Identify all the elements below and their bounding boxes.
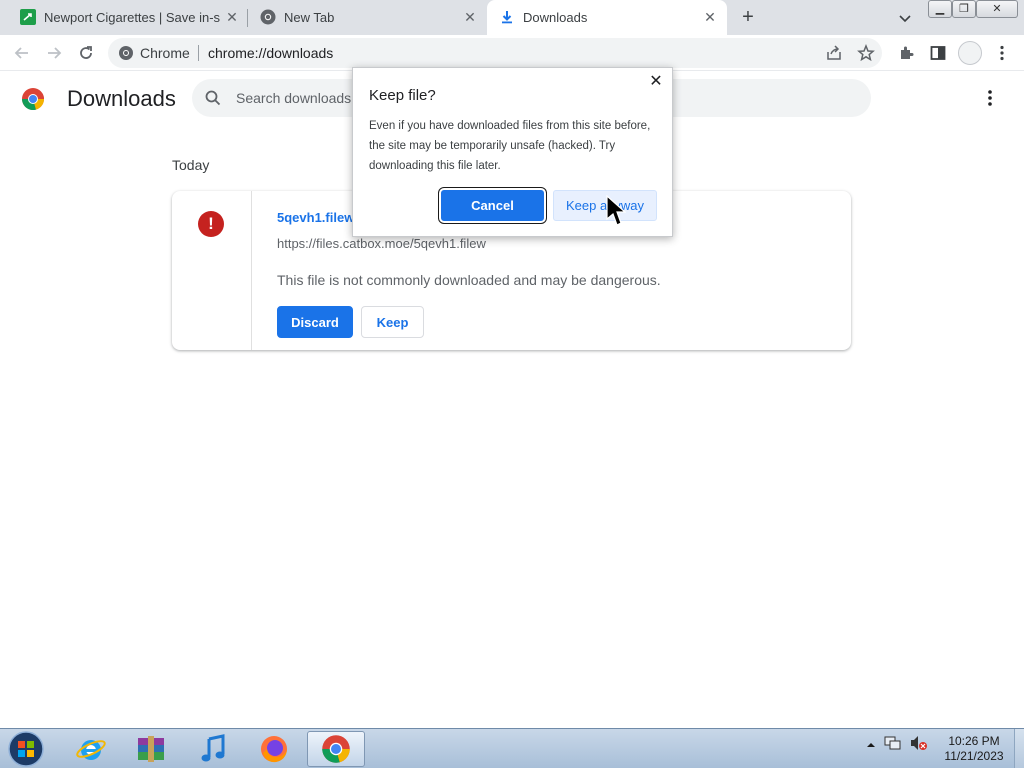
volume-muted-icon[interactable] [910,735,928,756]
tab-title: New Tab [284,10,335,25]
minimize-button[interactable]: ▁ [928,0,952,18]
back-arrow-icon[interactable] [12,43,32,63]
tab-search-chevron-icon[interactable] [896,9,914,27]
mouse-pointer-icon [606,194,627,231]
tab-downloads[interactable]: Downloads ✕ [487,0,727,35]
danger-warning-text: This file is not commonly downloaded and… [277,272,661,288]
itunes-icon[interactable] [184,731,242,767]
winrar-icon[interactable] [122,731,180,767]
windows-taskbar: 10:26 PM 11/21/2023 [0,728,1024,768]
tab-close-icon[interactable]: ✕ [462,9,478,25]
start-orb-icon[interactable] [6,730,46,768]
bookmark-star-icon[interactable] [856,43,876,63]
extensions-puzzle-icon[interactable] [896,43,916,63]
download-favicon-icon [499,9,515,25]
danger-warning-icon: ! [198,211,224,237]
dialog-title: Keep file? [369,87,436,104]
side-panel-icon[interactable] [928,43,948,63]
chrome-favicon-icon [260,9,276,25]
network-icon[interactable] [884,735,902,756]
chrome-taskbar-icon[interactable] [307,731,365,767]
omnibox[interactable]: Chrome chrome://downloads [108,38,882,68]
tab-new-tab[interactable]: New Tab ✕ [248,0,486,35]
tray-overflow-chevron-icon[interactable] [866,737,876,755]
more-actions-icon[interactable] [982,88,998,108]
chrome-logo-icon [21,87,45,111]
share-icon[interactable] [824,43,844,63]
toolbar: Chrome chrome://downloads [0,35,1024,71]
tab-title: Downloads [523,10,588,25]
tab-strip: Newport Cigarettes | Save in-stoc ✕ New … [0,0,1024,35]
profile-avatar[interactable] [958,41,982,65]
discard-button[interactable]: Discard [277,306,353,338]
taskbar-clock[interactable]: 10:26 PM 11/21/2023 [940,734,1008,764]
chrome-menu-icon[interactable] [992,43,1012,63]
omnibox-url[interactable]: chrome://downloads [208,45,333,61]
tab-newport[interactable]: Newport Cigarettes | Save in-stoc ✕ [8,0,246,35]
dialog-close-icon[interactable]: ✕ [649,74,663,90]
tab-title: Newport Cigarettes | Save in-stoc [44,10,220,25]
file-name-link[interactable]: 5qevh1.filew [277,210,354,225]
reload-icon[interactable] [76,43,96,63]
internet-explorer-icon[interactable] [62,731,120,767]
file-source-url[interactable]: https://files.catbox.moe/5qevh1.filew [277,236,486,251]
keep-anyway-button[interactable]: Keep anyway [553,190,657,221]
tab-close-icon[interactable]: ✕ [224,9,240,25]
newport-favicon-icon [20,9,36,25]
forward-arrow-icon[interactable] [44,43,64,63]
page-title: Downloads [67,86,176,111]
download-icon-column: ! [172,191,252,350]
show-desktop-button[interactable] [1014,729,1024,768]
new-tab-button[interactable]: + [738,7,758,27]
system-tray [866,735,928,756]
omnibox-chip-label: Chrome [140,45,190,61]
restore-button[interactable]: ❐ [952,0,976,18]
date-header: Today [172,157,210,173]
chrome-chip-icon [119,46,133,60]
close-window-button[interactable]: ✕ [976,0,1018,18]
keep-button[interactable]: Keep [361,306,424,338]
clock-date: 11/21/2023 [944,749,1004,763]
dialog-body-text: Even if you have downloaded files from t… [369,120,651,172]
dialog-cancel-button[interactable]: Cancel [441,190,544,221]
firefox-icon[interactable] [245,731,303,767]
omnibox-separator [198,45,199,61]
search-icon[interactable] [204,89,222,112]
omnibox-chip: Chrome [118,45,190,61]
clock-time: 10:26 PM [948,734,1000,748]
tab-close-icon[interactable]: ✕ [702,9,718,25]
